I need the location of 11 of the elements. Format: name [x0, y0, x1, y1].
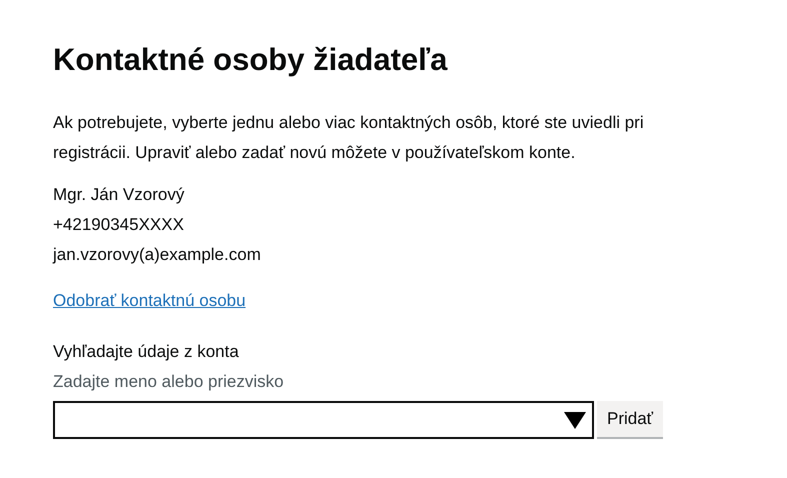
remove-contact-link[interactable]: Odobrať kontaktnú osobu: [53, 291, 246, 310]
intro-paragraph: Ak potrebujete, vyberte jednu alebo viac kontaktných osôb, ktoré ste uviedli pri registrácii. Upraviť alebo zadať novú môžete v používateľskom konte.: [53, 112, 645, 164]
contact-detail: +42190345XXXX: [53, 214, 185, 236]
search-label: Vyhľadajte údaje z konta: [53, 341, 240, 363]
search-hint: Zadajte meno alebo priezvisko: [53, 371, 285, 393]
page-heading: Kontaktné osoby žiadateľa: [53, 41, 448, 79]
dropdown-arrow-icon: [564, 412, 586, 428]
contact-dropdown[interactable]: [53, 401, 594, 439]
add-button[interactable]: Pridať: [597, 401, 664, 439]
contact-detail: Mgr. Ján Vzorový: [53, 184, 186, 206]
contact-detail: jan.vzorovy(a)example.com: [53, 244, 262, 266]
